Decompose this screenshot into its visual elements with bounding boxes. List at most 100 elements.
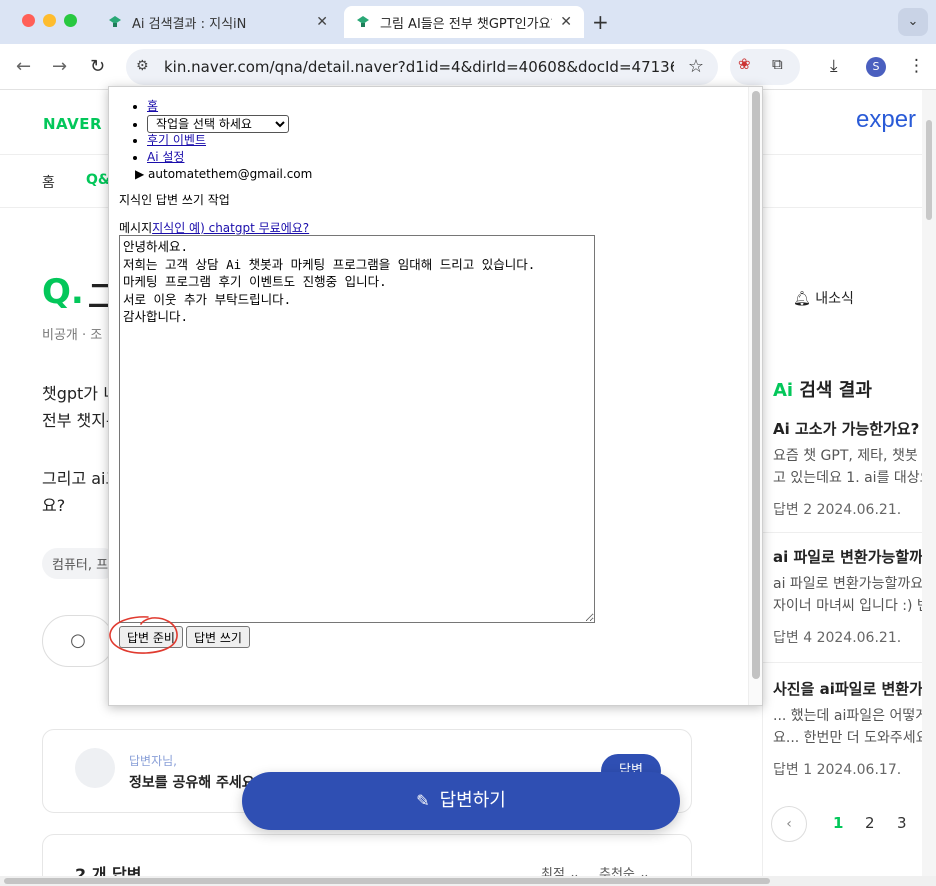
puzzle-icon[interactable]: ⧉ [772,55,783,73]
ai-result-title[interactable]: 사진을 ai파일로 변환가능 [773,678,922,699]
nav-home-tab[interactable]: 홈 [42,172,55,192]
menu-item-home: 홈 [147,98,312,115]
ai-result-item[interactable]: ai 파일로 변환가능할까요 ai 파일로 변환가능할까요 자이너 마녀씨 입니… [773,546,922,647]
prepare-answer-button[interactable]: 답변 준비 [119,626,183,648]
ai-result-desc: 자이너 마녀씨 입니다 :) 변 [773,598,922,614]
home-link[interactable]: 홈 [147,99,158,113]
popup-vertical-scrollbar[interactable] [748,87,762,705]
tab-question[interactable]: 그림 AI들은 전부 챗GPT인가요? : ✕ [344,6,584,38]
reload-icon[interactable]: ↻ [90,56,105,77]
scrollbar-thumb[interactable] [4,878,770,884]
question-mark-label: Q. [42,272,84,312]
answerer-label: 답변자님, [129,754,177,768]
url-text[interactable]: kin.naver.com/qna/detail.naver?d1id=4&di… [164,58,674,76]
extension-popup: 홈 작업을 선택 하세요 후기 이벤트 Ai 설정 ▶ automatethem… [108,86,763,706]
ai-result-title[interactable]: ai 파일로 변환가능할까요 [773,546,922,567]
sort-best[interactable]: 최적 ⌄ [541,863,580,876]
ai-settings-link[interactable]: Ai 설정 [147,150,184,164]
extension-icon[interactable]: ❀ [738,55,751,73]
answer-count: 2 개 답변 [75,865,142,876]
write-answer-button[interactable]: ✎ 답변하기 [242,772,680,830]
more-menu-icon[interactable]: ⋮ [908,56,925,76]
page-3-button[interactable]: 3 [897,814,907,832]
share-info-text: 정보를 공유해 주세요 [129,775,255,791]
browser-tab-bar: Ai 검색결과 : 지식iN ✕ 그림 AI들은 전부 챗GPT인가요? : ✕… [0,0,936,44]
pen-icon: ✎ [416,791,430,810]
naver-logo[interactable]: NAVER [43,115,102,133]
browser-toolbar: ← → ↻ ⚙ kin.naver.com/qna/detail.naver?d… [0,44,936,90]
divider [763,662,922,663]
profile-avatar[interactable]: S [866,57,886,77]
bookmark-star-icon[interactable]: ☆ [688,56,704,77]
ai-result-desc: ai 파일로 변환가능할까요 [773,576,922,592]
notifications-label: 내소식 [815,291,854,307]
popup-menu: 홈 작업을 선택 하세요 후기 이벤트 Ai 설정 ▶ automatethem… [135,98,312,183]
message-label-row: 메시지지식인 예) chatgpt 무료에요? [119,219,309,236]
address-bar[interactable]: ⚙ kin.naver.com/qna/detail.naver?d1id=4&… [126,49,718,85]
ai-result-desc: 고 있는데요 1. ai를 대상으 [773,470,922,486]
ai-result-desc: 요즘 챗 GPT, 제타, 챗봇 [773,448,918,464]
nav-qa-tab[interactable]: Q& [86,172,110,188]
tab-label: 그림 AI들은 전부 챗GPT인가요? : [380,16,553,32]
forward-arrow-icon[interactable]: → [52,56,67,77]
ai-result-desc: ... 했는데 ai파일은 어떻게 [773,708,922,724]
page-horizontal-scrollbar[interactable] [0,876,936,886]
ai-result-meta: 답변 1 2024.06.17. [773,762,902,778]
close-tab-icon[interactable]: ✕ [316,14,328,30]
menu-item-review: 후기 이벤트 [147,132,312,149]
extensions-group: ❀ ⧉ [730,49,800,85]
naver-kin-favicon-icon [357,16,369,27]
comment-icon[interactable]: ○ [42,615,114,667]
question-body-line: 요? [42,496,66,515]
close-window-button[interactable] [22,14,35,27]
section-title: 지식인 답변 쓰기 작업 [119,193,230,207]
ai-result-desc: 요... 한번만 더 도와주세요 [773,730,922,746]
page-2-button[interactable]: 2 [865,814,875,832]
close-tab-icon[interactable]: ✕ [560,14,572,30]
write-answer-label: 답변하기 [439,790,506,811]
question-meta: 비공개 · 조 [42,328,103,343]
tab-search-menu-button[interactable]: ⌄ [898,8,928,36]
ai-result-title[interactable]: Ai 고소가 가능한가요? [773,418,922,439]
divider [763,532,922,533]
ai-result-item[interactable]: 사진을 ai파일로 변환가능 ... 했는데 ai파일은 어떻게 요... 한번… [773,678,922,779]
write-answer-popup-button[interactable]: 답변 쓰기 [186,626,250,648]
expert-logo[interactable]: exper [856,106,916,134]
scrollbar-thumb[interactable] [926,120,932,220]
back-arrow-icon[interactable]: ← [16,56,31,77]
menu-item-task: 작업을 선택 하세요 [147,115,312,133]
avatar [75,748,115,788]
ai-result-item[interactable]: Ai 고소가 가능한가요? 요즘 챗 GPT, 제타, 챗봇 고 있는데요 1.… [773,418,922,519]
new-tab-button[interactable]: + [592,10,609,34]
answers-header: 2 개 답변 최적 ⌄ 추천순 ⌄ [42,834,692,876]
ai-results-pager: ‹ 1 2 3 [771,806,922,846]
sort-recommend[interactable]: 추천순 ⌄ [599,863,650,876]
ai-result-meta: 답변 2 2024.06.21. [773,502,902,518]
ai-results-heading: Ai 검색 결과 [773,380,872,401]
message-example-link[interactable]: 지식인 예) chatgpt 무료에요? [152,221,309,235]
zoom-window-button[interactable] [64,14,77,27]
review-event-link[interactable]: 후기 이벤트 [147,133,206,147]
tab-label: Ai 검색결과 : 지식iN [132,16,247,32]
menu-item-ai-settings: Ai 설정 [147,149,312,166]
naver-kin-favicon-icon [109,16,121,27]
question-body-line: 전부 챗지- [42,411,112,430]
account-email-toggle[interactable]: ▶ automatethem@gmail.com [135,166,312,183]
page-vertical-scrollbar[interactable] [922,90,936,876]
question-body-line: 챗gpt가 니 [42,384,118,403]
download-icon[interactable]: ⤓ [830,56,838,76]
tab-ai-search[interactable]: Ai 검색결과 : 지식iN ✕ [96,6,340,38]
right-sidebar: 🔔︎ 내소식 Ai 검색 결과 Ai 고소가 가능한가요? 요즘 챗 GPT, … [762,250,922,876]
ai-result-meta: 답변 4 2024.06.21. [773,630,902,646]
message-label: 메시지 [119,221,153,235]
scrollbar-thumb[interactable] [752,91,760,679]
page-1-button[interactable]: 1 [833,814,843,832]
site-settings-icon[interactable]: ⚙ [136,58,149,74]
task-select[interactable]: 작업을 선택 하세요 [147,115,289,133]
notifications-link[interactable]: 🔔︎ 내소식 [793,288,854,308]
message-textarea[interactable] [119,235,595,623]
category-tag[interactable]: 컴퓨터, 프 [42,548,119,579]
prev-page-button[interactable]: ‹ [771,806,807,842]
minimize-window-button[interactable] [43,14,56,27]
bell-icon: 🔔︎ [793,291,811,307]
